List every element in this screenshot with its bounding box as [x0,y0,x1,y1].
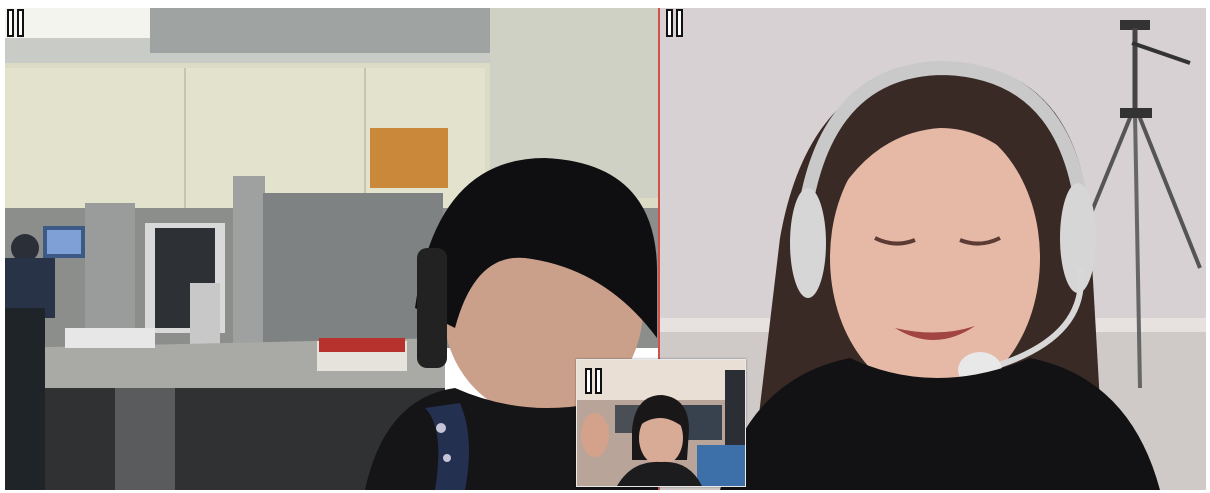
pause-icon [666,9,673,37]
webcam-scene-office [5,8,659,490]
pause-icon [595,368,602,394]
pause-icon [17,9,24,37]
pause-video-button-2[interactable] [666,9,683,37]
video-call-window [0,0,1210,493]
pause-icon [676,9,683,37]
pause-icon [585,368,592,394]
remote-video-feed-1 [5,8,659,490]
pause-icon [7,9,14,37]
webcam-scene-self [577,360,745,486]
pause-video-button-1[interactable] [7,9,24,37]
pause-self-video-button[interactable] [585,368,602,394]
